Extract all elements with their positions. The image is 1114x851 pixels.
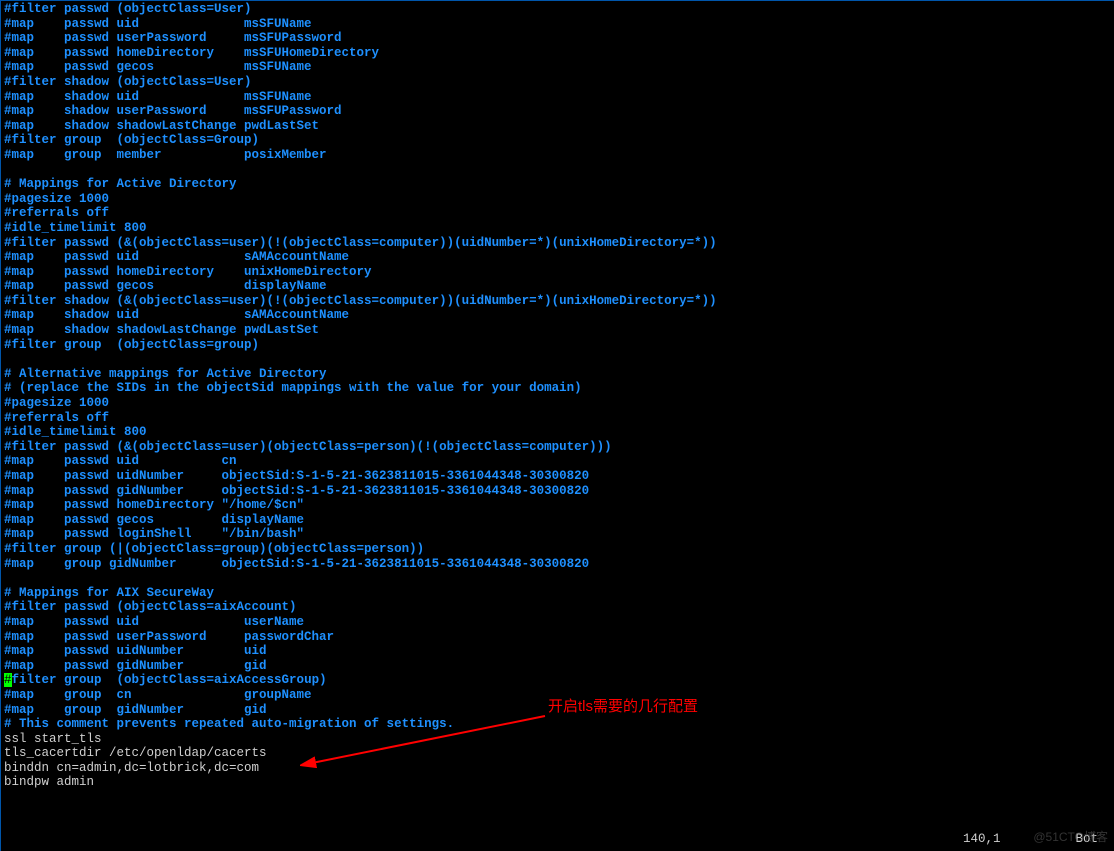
config-line: # Mappings for Active Directory	[4, 177, 1110, 192]
config-line	[4, 571, 1110, 586]
config-line: #map passwd uidNumber objectSid:S-1-5-21…	[4, 469, 1110, 484]
config-line: #map passwd gecos msSFUName	[4, 60, 1110, 75]
config-line: #filter group (objectClass=group)	[4, 338, 1110, 353]
config-line: #map shadow uid msSFUName	[4, 90, 1110, 105]
config-line: #map passwd homeDirectory unixHomeDirect…	[4, 265, 1110, 280]
terminal-content[interactable]: #filter passwd (objectClass=User)#map pa…	[0, 0, 1114, 792]
config-line: #idle_timelimit 800	[4, 221, 1110, 236]
config-line: #filter passwd (&(objectClass=user)(obje…	[4, 440, 1110, 455]
config-line: binddn cn=admin,dc=lotbrick,dc=com	[4, 761, 1110, 776]
config-line: #referrals off	[4, 206, 1110, 221]
config-line: #map passwd uid sAMAccountName	[4, 250, 1110, 265]
config-line: #map passwd uid msSFUName	[4, 17, 1110, 32]
config-line: #pagesize 1000	[4, 192, 1110, 207]
config-line: #map group member posixMember	[4, 148, 1110, 163]
config-line: #filter group (objectClass=Group)	[4, 133, 1110, 148]
config-line: #map shadow uid sAMAccountName	[4, 308, 1110, 323]
cursor-position: 140,1	[963, 832, 1001, 847]
config-line: #filter group (|(objectClass=group)(obje…	[4, 542, 1110, 557]
config-line: #map passwd uid userName	[4, 615, 1110, 630]
config-line: #filter passwd (&(objectClass=user)(!(ob…	[4, 236, 1110, 251]
config-line: #map passwd uidNumber uid	[4, 644, 1110, 659]
config-line: #map shadow userPassword msSFUPassword	[4, 104, 1110, 119]
config-line: #map passwd homeDirectory "/home/$cn"	[4, 498, 1110, 513]
config-line: #filter shadow (&(objectClass=user)(!(ob…	[4, 294, 1110, 309]
config-line: #map passwd loginShell "/bin/bash"	[4, 527, 1110, 542]
config-line: #map passwd gidNumber gid	[4, 659, 1110, 674]
config-line: #filter passwd (objectClass=User)	[4, 2, 1110, 17]
config-line: #map passwd gecos displayName	[4, 513, 1110, 528]
config-line: ssl start_tls	[4, 732, 1110, 747]
config-line: tls_cacertdir /etc/openldap/cacerts	[4, 746, 1110, 761]
config-line: #filter group (objectClass=aixAccessGrou…	[4, 673, 1110, 688]
config-line: bindpw admin	[4, 775, 1110, 790]
config-line: #filter shadow (objectClass=User)	[4, 75, 1110, 90]
config-line: # This comment prevents repeated auto-mi…	[4, 717, 1110, 732]
config-line: #filter passwd (objectClass=aixAccount)	[4, 600, 1110, 615]
annotation-text: 开启tls需要的几行配置	[548, 700, 698, 715]
config-line: #map shadow shadowLastChange pwdLastSet	[4, 323, 1110, 338]
config-line: #map passwd uid cn	[4, 454, 1110, 469]
config-line: # (replace the SIDs in the objectSid map…	[4, 381, 1110, 396]
config-line: # Alternative mappings for Active Direct…	[4, 367, 1110, 382]
config-line: #map passwd gecos displayName	[4, 279, 1110, 294]
config-line: #pagesize 1000	[4, 396, 1110, 411]
config-line	[4, 163, 1110, 178]
config-line: #referrals off	[4, 411, 1110, 426]
config-line: #map group gidNumber objectSid:S-1-5-21-…	[4, 557, 1110, 572]
config-line: # Mappings for AIX SecureWay	[4, 586, 1110, 601]
config-line: #map shadow shadowLastChange pwdLastSet	[4, 119, 1110, 134]
config-line	[4, 352, 1110, 367]
config-line: #map passwd userPassword passwordChar	[4, 630, 1110, 645]
config-line: #map passwd userPassword msSFUPassword	[4, 31, 1110, 46]
config-line: #map passwd gidNumber objectSid:S-1-5-21…	[4, 484, 1110, 499]
config-line: #idle_timelimit 800	[4, 425, 1110, 440]
watermark: @51CTO博客	[1033, 830, 1108, 845]
config-line: #map passwd homeDirectory msSFUHomeDirec…	[4, 46, 1110, 61]
